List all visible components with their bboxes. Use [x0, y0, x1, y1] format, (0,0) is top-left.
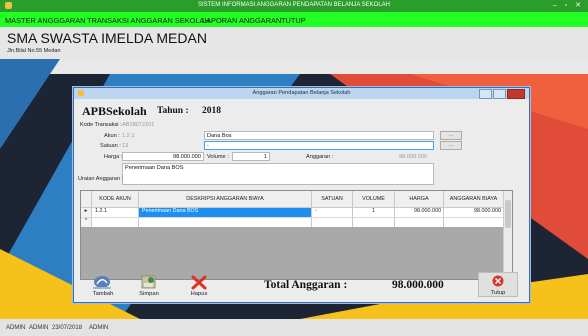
menu-laporan-anggaran[interactable]: LAPORAN ANGGARAN: [202, 16, 281, 25]
tahun-label: Tahun :: [157, 106, 189, 116]
tutup-button[interactable]: Tutup: [478, 272, 518, 297]
dialog-title: Anggaran Pendapatan Belanja Sekolah: [252, 90, 351, 96]
header-volume: VOLUME: [353, 191, 395, 207]
header-anggaran-biaya: ANGGARAN BIAYA: [444, 191, 504, 207]
volume-field[interactable]: 1: [232, 152, 270, 161]
menu-transaksi-anggaran[interactable]: TRANSAKSI ANGGARAN SEKOLAH: [87, 16, 210, 25]
simpan-icon: [141, 275, 156, 289]
tahun-value: 2018: [202, 106, 221, 116]
scrollbar-thumb[interactable]: [505, 200, 511, 228]
tambah-icon: [93, 276, 111, 289]
tutup-label: Tutup: [490, 290, 506, 296]
header-satuan: SATUAN: [312, 191, 353, 207]
akun-label: Akun :: [104, 133, 120, 139]
status-bar: ADMIN ADMIN 23/07/2018 ADMIN: [0, 319, 588, 336]
close-circle-icon: [492, 275, 504, 287]
satuan-value: 13: [122, 143, 129, 149]
new-cell[interactable]: [353, 218, 395, 227]
harga-field[interactable]: 98.000.000: [122, 152, 204, 161]
bg-top-strip: [0, 59, 588, 74]
table-scrollbar[interactable]: [503, 191, 512, 279]
cell-satuan[interactable]: -: [312, 208, 353, 217]
uraian-field[interactable]: Penerimaan Dana BOS: [122, 163, 434, 185]
new-cell[interactable]: [395, 218, 444, 227]
menu-master-anggaran[interactable]: MASTER ANGGGARAN: [5, 16, 86, 25]
cell-harga[interactable]: 98.000.000: [395, 208, 444, 217]
tambah-label: Tambah: [92, 291, 114, 297]
kode-transaksi-label: Kode Transaksi :: [80, 122, 122, 128]
satuan-label: Satuan :: [100, 143, 121, 149]
kode-transaksi-value: AB18072201: [122, 122, 155, 128]
new-cell[interactable]: [444, 218, 504, 227]
volume-label: Volume :: [207, 154, 229, 160]
akun-name-field[interactable]: Dana Bos: [204, 131, 434, 140]
total-anggaran-label: Total Anggaran :: [264, 279, 348, 291]
table-header: KODE AKUN DESKRIPSI ANGGARAN BIAYA SATUA…: [81, 191, 512, 208]
new-cell[interactable]: [312, 218, 353, 227]
cell-anggaran[interactable]: 98.000.000: [444, 208, 504, 217]
dialog-titlebar: Anggaran Pendapatan Belanja Sekolah: [74, 88, 529, 99]
harga-label: Harga :: [104, 154, 123, 160]
new-row-marker: *: [81, 218, 92, 227]
uraian-label: Uraian Anggaran :: [78, 176, 124, 182]
hapus-label: Hapus: [190, 291, 208, 297]
simpan-button[interactable]: Simpan: [134, 274, 164, 297]
akun-lookup-button[interactable]: ...: [440, 131, 462, 140]
new-cell[interactable]: [139, 218, 312, 227]
hapus-button[interactable]: Hapus: [184, 274, 214, 297]
anggaran-label: Anggaran :: [306, 154, 334, 160]
header-deskripsi: DESKRIPSI ANGGARAN BIAYA: [139, 191, 312, 207]
anggaran-value: 98.000.000: [399, 154, 427, 160]
satuan-field[interactable]: -: [204, 141, 434, 150]
satuan-lookup-button[interactable]: ...: [440, 141, 462, 150]
table-row[interactable]: ▸ 1.2.1 Penerimaan Dana BOS - 1 98.000.0…: [81, 208, 512, 217]
dialog-heading: APBSekolah: [82, 104, 147, 118]
simpan-label: Simpan: [139, 291, 159, 297]
window-titlebar: SISTEM INFORMASI ANGGARAN PENDAPATAN BEL…: [0, 0, 588, 12]
cell-deskripsi[interactable]: Penerimaan Dana BOS: [139, 208, 312, 217]
akun-value: 1.2.1: [122, 133, 135, 139]
status-user: ADMIN: [89, 325, 109, 331]
status-date: 23/07/2018: [52, 325, 83, 331]
header-harga: HARGA: [395, 191, 444, 207]
school-name: SMA SWASTA IMELDA MEDAN: [7, 30, 207, 46]
table-new-row[interactable]: *: [81, 217, 512, 227]
close-button[interactable]: [507, 89, 525, 99]
new-cell[interactable]: [92, 218, 139, 227]
window-title: SISTEM INFORMASI ANGGARAN PENDAPATAN BEL…: [197, 2, 391, 8]
budget-table: KODE AKUN DESKRIPSI ANGGARAN BIAYA SATUA…: [80, 190, 513, 280]
minimize-button[interactable]: [479, 89, 492, 99]
row-marker: ▸: [81, 208, 92, 217]
menu-tutup[interactable]: TUTUP: [281, 16, 306, 25]
menu-bar: MASTER ANGGGARAN TRANSAKSI ANGGARAN SEKO…: [0, 12, 588, 27]
budget-dialog: Anggaran Pendapatan Belanja Sekolah APBS…: [73, 87, 530, 303]
maximize-button[interactable]: [493, 89, 506, 99]
total-anggaran-value: 98.000.000: [392, 279, 444, 291]
status-user: ADMIN: [29, 325, 49, 331]
header-kode-akun: KODE AKUN: [92, 191, 139, 207]
status-user: ADMIN: [6, 325, 26, 331]
cell-kode[interactable]: 1.2.1: [92, 208, 139, 217]
tambah-button[interactable]: Tambah: [88, 274, 118, 297]
window-controls[interactable]: – ▫ ✕: [553, 1, 584, 9]
school-address: Jln.Bilal No.55 Medan: [7, 48, 61, 54]
cell-volume[interactable]: 1: [353, 208, 395, 217]
header-selector: [81, 191, 92, 207]
delete-x-icon: [191, 275, 207, 290]
